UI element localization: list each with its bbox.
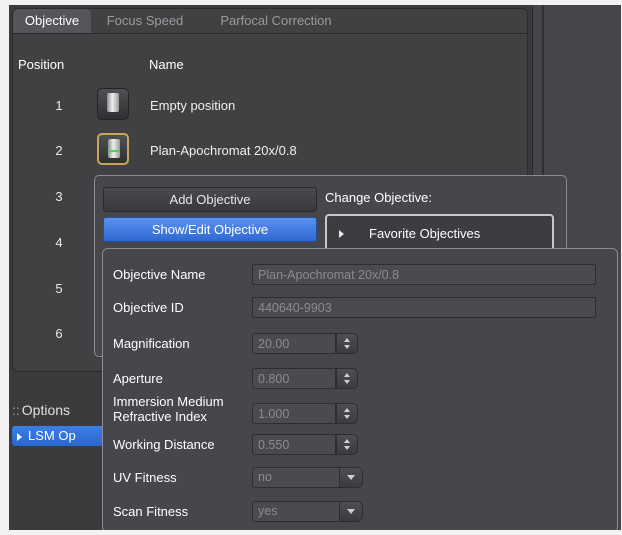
objective-button-2[interactable]	[97, 133, 129, 165]
chevron-down-icon[interactable]	[339, 468, 362, 487]
magnification-value[interactable]: 20.00	[252, 333, 336, 354]
position-number: 5	[55, 281, 63, 296]
objective-name-field[interactable]: Plan-Apochromat 20x/0.8	[252, 264, 596, 285]
position-number: 6	[55, 326, 63, 341]
position-number: 1	[55, 98, 63, 113]
refractive-index-value[interactable]: 1.000	[252, 403, 336, 424]
uv-fitness-label: UV Fitness	[113, 470, 177, 485]
working-distance-value[interactable]: 0.550	[252, 434, 336, 455]
objective-details-popup: Objective Name Plan-Apochromat 20x/0.8 O…	[102, 248, 618, 530]
options-label: Options	[21, 402, 71, 418]
expand-arrow-icon	[17, 432, 22, 441]
aperture-spinbox[interactable]: 0.800	[252, 368, 363, 389]
expand-arrow-icon	[339, 230, 344, 238]
aperture-label: Aperture	[113, 371, 163, 386]
drag-handle-icon: ::	[12, 402, 20, 418]
column-header-position: Position	[18, 57, 65, 72]
tab-bar-divider	[13, 33, 527, 34]
tab-objective[interactable]: Objective	[13, 9, 91, 33]
uv-fitness-value: no	[258, 470, 272, 484]
tab-parfocal-correction[interactable]: Parfocal Correction	[199, 9, 353, 33]
spin-arrows-icon[interactable]	[336, 434, 358, 455]
objective-name-label: Objective Name	[113, 267, 206, 282]
chevron-down-icon[interactable]	[339, 502, 362, 521]
objective-id-label: Objective ID	[113, 300, 184, 315]
spin-arrows-icon[interactable]	[336, 368, 358, 389]
change-objective-label: Change Objective:	[325, 190, 432, 205]
show-edit-objective-button[interactable]: Show/Edit Objective	[103, 217, 317, 242]
objective-lens-icon	[107, 93, 119, 112]
uv-fitness-dropdown[interactable]: no	[252, 467, 363, 488]
scan-fitness-value: yes	[258, 504, 278, 518]
objective-settings-window: Objective Focus Speed Parfocal Correctio…	[9, 5, 621, 530]
options-title[interactable]: :: Options	[12, 402, 70, 418]
column-header-name: Name	[149, 57, 184, 72]
aperture-value[interactable]: 0.800	[252, 368, 336, 389]
objective-name-2: Plan-Apochromat 20x/0.8	[150, 143, 297, 158]
spin-arrows-icon[interactable]	[336, 403, 358, 424]
refractive-index-label-line1: Immersion Medium	[113, 394, 224, 409]
objective-button-1[interactable]	[97, 88, 129, 120]
magnification-label: Magnification	[113, 336, 190, 351]
working-distance-label: Working Distance	[113, 437, 215, 452]
refractive-index-spinbox[interactable]: 1.000	[252, 403, 363, 424]
position-number: 3	[55, 189, 63, 204]
refractive-index-label: Immersion Medium Refractive Index	[113, 394, 224, 424]
working-distance-spinbox[interactable]: 0.550	[252, 434, 363, 455]
add-objective-button[interactable]: Add Objective	[103, 187, 317, 212]
scan-fitness-dropdown[interactable]: yes	[252, 501, 363, 522]
objective-name-1: Empty position	[150, 98, 236, 113]
favorite-objectives-label: Favorite Objectives	[369, 226, 481, 241]
refractive-index-label-line2: Refractive Index	[113, 409, 207, 424]
position-number: 4	[55, 235, 63, 250]
lsm-options-label: LSM Op	[28, 428, 76, 443]
objective-id-field[interactable]: 440640-9903	[252, 297, 596, 318]
spin-arrows-icon[interactable]	[336, 333, 358, 354]
position-number: 2	[55, 143, 63, 158]
objective-lens-icon	[108, 139, 120, 158]
tab-focus-speed[interactable]: Focus Speed	[91, 9, 199, 33]
magnification-spinbox[interactable]: 20.00	[252, 333, 363, 354]
options-section: :: Options LSM Op	[9, 377, 106, 530]
scan-fitness-label: Scan Fitness	[113, 504, 189, 519]
lsm-options-item[interactable]: LSM Op	[12, 426, 106, 446]
